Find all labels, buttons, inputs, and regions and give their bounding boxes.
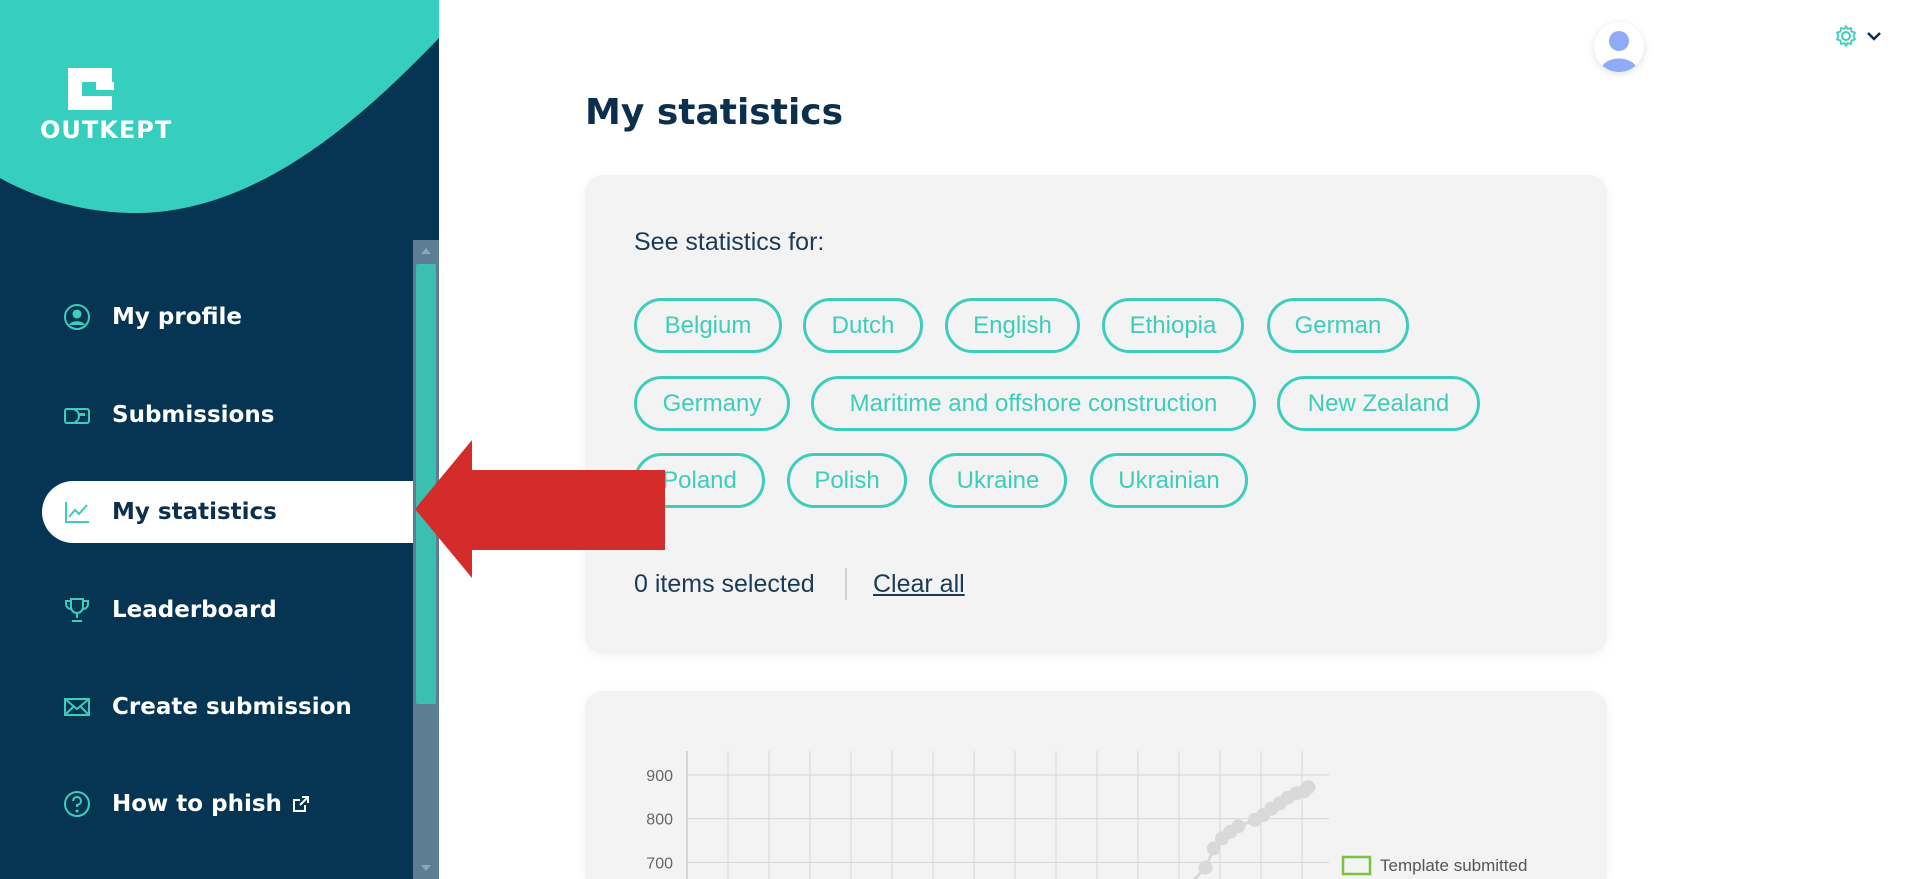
logo[interactable]: OUTKEPT [40,66,200,144]
avatar[interactable] [1594,22,1644,72]
sidebar-item-label: My profile [112,304,243,330]
filter-chip-english[interactable]: English [945,298,1080,353]
avatar-icon [1600,31,1638,72]
scroll-down-icon[interactable] [413,857,439,879]
user-circle-icon [62,302,92,332]
sidebar-item-label: My statistics [112,499,277,525]
sidebar-item-how-to-phish[interactable]: How to phish [42,773,414,835]
filter-chip-new-zealand[interactable]: New Zealand [1277,376,1480,431]
filter-chip-ukraine[interactable]: Ukraine [929,453,1067,508]
sidebar-item-my-statistics[interactable]: My statistics [42,481,414,543]
line-chart-icon [62,497,92,527]
sidebar-item-label: How to phish [112,791,282,817]
filter-chip-ethiopia[interactable]: Ethiopia [1102,298,1244,353]
scroll-up-icon[interactable] [413,240,439,262]
question-circle-icon [62,789,92,819]
sidebar-item-leaderboard[interactable]: Leaderboard [42,579,414,641]
logo-text: OUTKEPT [40,116,173,144]
filter-chip-maritime[interactable]: Maritime and offshore construction [811,376,1256,431]
sidebar-item-label: Create submission [112,694,352,720]
chevron-down-icon [1867,32,1881,41]
sidebar-item-label: Submissions [112,402,275,428]
sidebar-item-my-profile[interactable]: My profile [42,286,414,348]
logo-mark-icon [68,68,114,110]
legend-swatch [1341,855,1372,876]
filter-chip-germany[interactable]: Germany [634,376,790,431]
trophy-icon [62,595,92,625]
sidebar-item-submissions[interactable]: Submissions [42,384,414,446]
legend-label: Template submitted [1380,856,1527,875]
data-point [1198,860,1213,875]
filter-chip-german[interactable]: German [1267,298,1409,353]
mailbox-icon [62,400,92,430]
statistics-chart-card: 900 800 700 Template submitted [585,691,1607,879]
y-tick-label: 700 [646,855,673,872]
sidebar-item-create-submission[interactable]: Create submission [42,676,414,738]
envelope-icon [62,692,92,722]
y-tick-label: 800 [646,812,673,829]
gear-icon [1836,25,1856,47]
filter-chip-dutch[interactable]: Dutch [803,298,923,353]
statistics-filter-card: See statistics for: Belgium Dutch Englis… [585,175,1607,654]
clear-all-link[interactable]: Clear all [873,570,965,599]
y-tick-label: 900 [646,768,673,785]
settings-menu[interactable] [1834,24,1882,48]
sidebar: OUTKEPT My profile Submissions My statis… [0,0,439,879]
red-arrow-annotation [415,440,665,578]
statistics-chart: 900 800 700 Template submitted [646,751,1527,879]
divider [845,568,847,600]
filter-chip-belgium[interactable]: Belgium [634,298,782,353]
data-point [1301,780,1316,795]
filter-label: See statistics for: [634,228,825,256]
data-point [1231,819,1246,834]
external-link-icon [292,795,310,813]
page-title: My statistics [585,92,844,133]
filter-chip-ukrainian[interactable]: Ukrainian [1090,453,1248,508]
sidebar-item-label: Leaderboard [112,597,277,623]
filter-chip-polish[interactable]: Polish [787,453,907,508]
